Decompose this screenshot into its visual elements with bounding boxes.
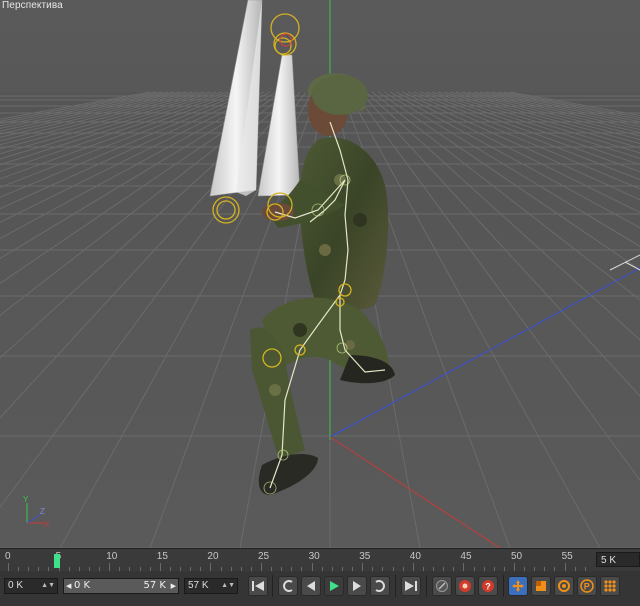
timeline-tick (210, 563, 212, 571)
timeline-tick (261, 563, 262, 571)
svg-text:X: X (44, 520, 50, 529)
timeline-tick-label: 10 (106, 551, 118, 562)
svg-text:Z: Z (40, 507, 45, 516)
keyframe-help-button[interactable]: ? (478, 576, 498, 596)
next-key-button[interactable] (370, 576, 390, 596)
timeline-tick (463, 563, 465, 571)
start-frame-field[interactable]: 0 K ▲▼ (4, 578, 58, 594)
range-min-label: 0 K (74, 580, 91, 591)
question-icon: ? (482, 580, 494, 592)
viewport-label: Перспектива (2, 0, 63, 11)
play-icon (330, 581, 339, 591)
animation-toolbar: 0 K ▲▼ ◀ 0 K 57 K ▶ 57 K ▲▼ ? P (0, 571, 640, 606)
timeline-tick-label: 40 (409, 551, 421, 562)
points-tool-button[interactable] (600, 576, 620, 596)
svg-text:?: ? (485, 582, 491, 592)
parameter-icon: P (580, 579, 594, 593)
key-icon (436, 580, 448, 592)
timeline-ruler[interactable]: 0510152025303540455055 (0, 549, 595, 571)
grid-dots-icon (604, 580, 616, 592)
chevron-right-icon: ▶ (170, 582, 176, 590)
timeline-tick-label: 25 (258, 551, 270, 562)
timeline-tick-label: 50 (511, 551, 523, 562)
timeline-tick-label: 15 (156, 551, 168, 562)
timeline-tick-label: 45 (460, 551, 472, 562)
end-frame-value: 57 K (188, 580, 209, 591)
timeline-tick (8, 563, 9, 571)
timeline-tick (311, 563, 313, 571)
skip-back-icon (252, 581, 264, 591)
chevron-down-icon: ▲▼ (41, 582, 55, 589)
rotate-tool-button[interactable] (554, 576, 574, 596)
prev-key-button[interactable] (278, 576, 298, 596)
autokey-record-button[interactable] (455, 576, 475, 596)
frame-range-slider[interactable]: ◀ 0 K 57 K ▶ (63, 578, 179, 594)
step-back-icon (307, 581, 315, 591)
timeline-tick (514, 563, 515, 571)
rotate-back-icon (283, 580, 293, 592)
go-to-end-button[interactable] (401, 576, 421, 596)
end-frame-field[interactable]: 5 K (596, 552, 640, 567)
viewport-scene: Y X Z (0, 0, 640, 548)
scale-icon (536, 581, 546, 591)
rotate-icon (558, 580, 570, 592)
chevron-down-icon: ▲▼ (221, 582, 235, 589)
chevron-left-icon: ◀ (66, 582, 72, 590)
svg-text:Y: Y (23, 495, 29, 504)
svg-text:P: P (584, 582, 590, 592)
start-frame-value: 0 K (8, 580, 24, 591)
3d-viewport[interactable]: Y X Z Перспектива (0, 0, 640, 548)
playhead-marker[interactable] (54, 554, 61, 568)
move-tool-button[interactable] (508, 576, 528, 596)
play-backward-button[interactable] (301, 576, 321, 596)
rotate-forward-icon (375, 580, 385, 592)
play-forward-button[interactable] (324, 576, 344, 596)
skip-forward-icon (405, 581, 417, 591)
end-frame-input[interactable]: 57 K ▲▼ (184, 578, 238, 594)
step-forward-button[interactable] (347, 576, 367, 596)
timeline-tick-label: 0 (5, 551, 11, 562)
keyframe-record-button[interactable] (432, 576, 452, 596)
parameter-tool-button[interactable]: P (577, 576, 597, 596)
timeline-tick (109, 563, 111, 571)
move-arrows-icon (512, 580, 524, 592)
step-forward-icon (353, 581, 361, 591)
scale-tool-button[interactable] (531, 576, 551, 596)
timeline-tick-label: 20 (207, 551, 219, 562)
go-to-start-button[interactable] (248, 576, 268, 596)
timeline-tick (564, 563, 566, 571)
timeline-tick (159, 563, 161, 571)
timeline-tick-label: 55 (561, 551, 573, 562)
timeline-tick (412, 563, 414, 571)
timeline-tick (362, 563, 364, 571)
range-max-label: 57 K (143, 580, 166, 591)
timeline[interactable]: 0510152025303540455055 5 K (0, 548, 640, 571)
timeline-tick-label: 30 (308, 551, 320, 562)
record-icon (459, 580, 471, 592)
timeline-tick-label: 35 (359, 551, 371, 562)
